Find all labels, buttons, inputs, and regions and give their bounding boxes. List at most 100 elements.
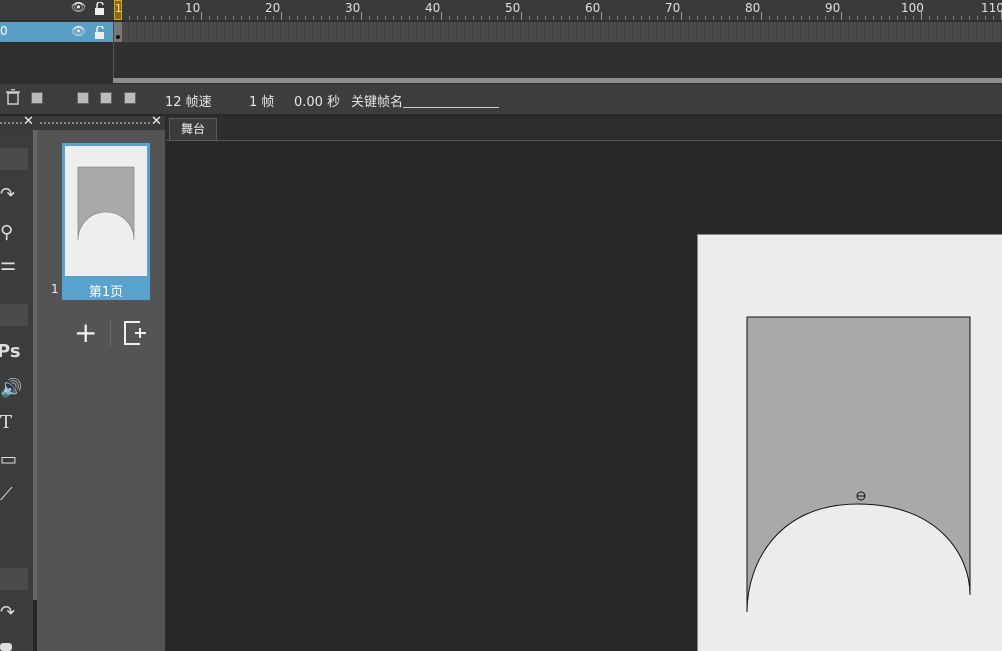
ruler-tick: [545, 16, 546, 20]
add-page-button[interactable]: +: [74, 316, 97, 349]
tab-stage[interactable]: 舞台: [169, 118, 217, 140]
ruler-tick: [801, 16, 802, 20]
keyframe-dot: [116, 35, 120, 39]
ruler-tick: [497, 16, 498, 20]
ruler-tick: [761, 12, 762, 20]
ruler-tick: [257, 16, 258, 20]
tool-group-header-3: [0, 568, 28, 590]
insert-frame-icon[interactable]: [100, 92, 112, 104]
ruler-tick: [521, 12, 522, 20]
ruler-tick: [481, 16, 482, 20]
tools-grip[interactable]: [0, 122, 22, 124]
ruler-tick: [689, 16, 690, 20]
ruler-label: 100: [901, 1, 924, 15]
layer-eye-icon[interactable]: 👁: [71, 24, 86, 38]
ruler-tick: [401, 16, 402, 20]
tools-close-icon[interactable]: ✕: [23, 114, 34, 129]
ruler-label: 50: [505, 1, 521, 15]
rotate-tool-icon[interactable]: ↷: [0, 184, 15, 205]
keyframe-name-input[interactable]: [403, 107, 499, 108]
comment-tool-icon[interactable]: ▭: [0, 449, 17, 470]
ruler-tick: [289, 16, 290, 20]
copy-layer-icon[interactable]: [31, 92, 43, 104]
ruler-tick: [217, 16, 218, 20]
ruler-label: 30: [345, 1, 361, 15]
frame-icon[interactable]: [77, 92, 89, 104]
ruler-tick: [321, 16, 322, 20]
ruler-tick: [305, 16, 306, 20]
ruler-tick: [985, 16, 986, 20]
ruler-tick: [409, 16, 410, 20]
time-label: 0.00 秒: [294, 95, 341, 110]
ruler-tick: [225, 16, 226, 20]
arch-shape[interactable]: [697, 234, 1002, 651]
ruler-tick: [337, 16, 338, 20]
ruler-tick: [937, 16, 938, 20]
ruler-tick: [177, 16, 178, 20]
text-tool-icon[interactable]: T: [0, 412, 12, 433]
ruler-tick: [369, 16, 370, 20]
ruler-tick: [601, 12, 602, 20]
chart-tool-icon[interactable]: ⟋: [0, 484, 13, 505]
ruler-label: 10: [185, 1, 201, 15]
timeline-empty-area: [113, 42, 1002, 78]
pages-close-icon[interactable]: ✕: [151, 114, 162, 129]
ruler-tick: [361, 12, 362, 20]
ruler-tick: [913, 16, 914, 20]
ruler-tick: [729, 16, 730, 20]
ruler-tick: [137, 16, 138, 20]
lock-icon[interactable]: [94, 1, 104, 15]
frame-ruler[interactable]: 10 20 30 40 50 60 70 80 90 100 110: [113, 0, 1002, 20]
add-page-icon[interactable]: [122, 320, 148, 350]
ruler-tick: [273, 16, 274, 20]
ruler-tick: [625, 16, 626, 20]
ruler-tick: [185, 16, 186, 20]
frame-label: 1 帧: [249, 95, 275, 110]
ruler-label: 70: [665, 1, 681, 15]
keyframe-cell[interactable]: [114, 22, 122, 42]
pages-separator: [110, 320, 111, 346]
trash-icon[interactable]: [6, 88, 20, 109]
layer-lock-icon[interactable]: [94, 25, 106, 44]
ruler-tick: [817, 16, 818, 20]
timeline-toolbar: [0, 84, 1002, 114]
eye-icon[interactable]: 👁: [71, 0, 86, 14]
ruler-tick: [657, 16, 658, 20]
ruler-tick: [961, 16, 962, 20]
page-thumbnail-preview: [65, 146, 147, 276]
curve-tool-icon[interactable]: ↷: [0, 602, 15, 623]
ruler-tick: [281, 12, 282, 20]
color-swatch[interactable]: [0, 643, 12, 651]
pages-grip[interactable]: [40, 122, 152, 124]
ruler-tick: [609, 16, 610, 20]
ruler-tick: [633, 16, 634, 20]
ruler-tick: [665, 16, 666, 20]
ruler-tick: [721, 16, 722, 20]
ruler-tick: [697, 16, 698, 20]
ruler-tick: [441, 12, 442, 20]
ruler-tick: [769, 16, 770, 20]
sound-tool-icon[interactable]: 🔊: [0, 378, 22, 399]
timeline-scrollbar[interactable]: [113, 78, 1002, 83]
ruler-tick: [201, 12, 202, 20]
zoom-tool-icon[interactable]: ⚲: [0, 222, 13, 243]
keyframe-icon[interactable]: [124, 92, 136, 104]
ruler-tick: [193, 16, 194, 20]
ruler-tick: [449, 16, 450, 20]
photoshop-tool-icon[interactable]: Ps: [0, 341, 21, 362]
ruler-tick: [849, 16, 850, 20]
ruler-tick: [577, 16, 578, 20]
tool-group-header-1: [0, 148, 28, 170]
ruler-tick: [537, 16, 538, 20]
ruler-label: 110: [981, 1, 1002, 15]
ruler-tick: [649, 16, 650, 20]
ruler-tick: [753, 16, 754, 20]
ruler-tick: [561, 16, 562, 20]
frames-row[interactable]: [113, 22, 1002, 42]
playhead[interactable]: 1: [114, 0, 122, 20]
ruler-tick: [737, 16, 738, 20]
ruler-tick: [209, 16, 210, 20]
ruler-tick: [857, 16, 858, 20]
line-tool-icon[interactable]: ⚌: [0, 254, 16, 275]
ruler-tick: [329, 16, 330, 20]
